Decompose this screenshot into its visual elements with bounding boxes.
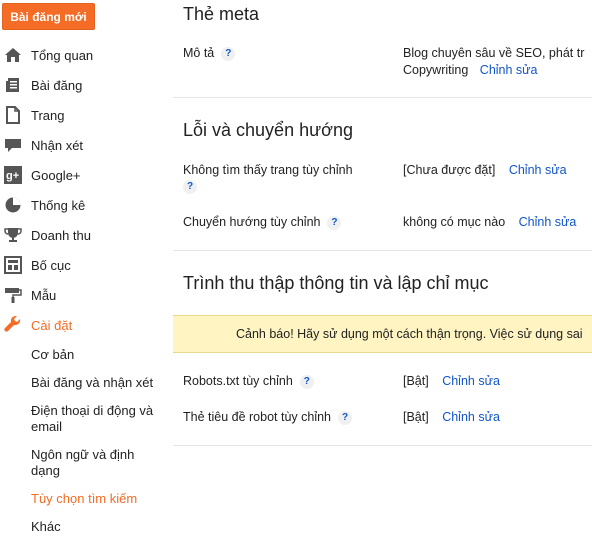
custom-robots-txt-value-text: [Bật] bbox=[403, 374, 429, 388]
crawl-section-title: Trình thu thập thông tin và lập chỉ mục bbox=[183, 273, 489, 293]
sidebar-nav: Tổng quan Bài đăng Trang Nhận xét g+ Goo… bbox=[0, 40, 168, 340]
subnav-language-formatting[interactable]: Ngôn ngữ và định dạng bbox=[31, 447, 151, 479]
sidebar-item-pages[interactable]: Trang bbox=[0, 100, 168, 130]
sidebar-item-label: Bố cục bbox=[31, 257, 71, 273]
sidebar-item-label: Cài đặt bbox=[31, 317, 73, 333]
paint-roller-icon bbox=[4, 286, 22, 304]
meta-description-label-text: Mô tả bbox=[183, 46, 215, 60]
page-icon bbox=[4, 106, 22, 124]
meta-description-value: Blog chuyên sâu về SEO, phát tr bbox=[403, 46, 585, 60]
sidebar-item-posts[interactable]: Bài đăng bbox=[0, 70, 168, 100]
help-icon[interactable]: ? bbox=[221, 46, 236, 61]
svg-text:g+: g+ bbox=[6, 170, 19, 182]
custom-robots-header-value: [Bật] Chỉnh sửa bbox=[403, 410, 500, 424]
subnav-other[interactable]: Khác bbox=[31, 519, 161, 535]
help-icon[interactable]: ? bbox=[338, 410, 353, 425]
warning-banner: Cảnh báo! Hãy sử dụng một cách thận trọn… bbox=[173, 315, 592, 353]
custom-robots-header-label-text: Thẻ tiêu đề robot tùy chỉnh bbox=[183, 410, 332, 424]
sidebar-item-earnings[interactable]: Doanh thu bbox=[0, 220, 168, 250]
custom-redirects-value-text: không có mục nào bbox=[403, 215, 506, 229]
meta-description-value-line2: Copywriting Chỉnh sửa bbox=[403, 63, 538, 77]
sidebar-item-label: Bài đăng bbox=[31, 77, 83, 93]
help-icon[interactable]: ? bbox=[183, 180, 197, 194]
sidebar-item-overview[interactable]: Tổng quan bbox=[0, 40, 168, 70]
settings-main: Thẻ meta Mô tả? Blog chuyên sâu về SEO, … bbox=[173, 0, 592, 539]
home-icon bbox=[4, 46, 22, 64]
edit-robots-txt-link[interactable]: Chỉnh sửa bbox=[442, 374, 500, 388]
divider bbox=[173, 445, 592, 446]
custom-robots-txt-label: Robots.txt tùy chỉnh? bbox=[183, 374, 314, 389]
meta-description-label: Mô tả? bbox=[183, 46, 236, 61]
custom-robots-txt-value: [Bật] Chỉnh sửa bbox=[403, 374, 500, 388]
layout-icon bbox=[4, 256, 22, 274]
custom-redirects-label-text: Chuyển hướng tùy chỉnh bbox=[183, 215, 321, 229]
stats-icon bbox=[4, 196, 22, 214]
edit-custom-redirects-link[interactable]: Chỉnh sửa bbox=[519, 215, 577, 229]
edit-robots-header-link[interactable]: Chỉnh sửa bbox=[442, 410, 500, 424]
custom-404-value-text: [Chưa được đặt] bbox=[403, 163, 496, 177]
custom-redirects-value: không có mục nào Chỉnh sửa bbox=[403, 215, 576, 229]
sidebar-item-label: Trang bbox=[31, 107, 65, 123]
sidebar-item-layout[interactable]: Bố cục bbox=[0, 250, 168, 280]
custom-redirects-label: Chuyển hướng tùy chỉnh? bbox=[183, 215, 342, 230]
sidebar-item-label: Doanh thu bbox=[31, 227, 91, 243]
wrench-icon bbox=[4, 316, 22, 334]
errors-section-title: Lỗi và chuyển hướng bbox=[183, 120, 353, 140]
comment-icon bbox=[4, 136, 22, 154]
custom-404-label: Không tìm thấy trang tùy chỉnh bbox=[183, 163, 353, 177]
subnav-mobile-email[interactable]: Điện thoại di động và email bbox=[31, 403, 156, 435]
divider bbox=[173, 250, 592, 251]
sidebar-item-settings[interactable]: Cài đặt bbox=[0, 310, 168, 340]
sidebar: Bài đăng mới Tổng quan Bài đăng Trang Nh… bbox=[0, 0, 168, 539]
custom-robots-header-value-text: [Bật] bbox=[403, 410, 429, 424]
sidebar-item-label: Thống kê bbox=[31, 197, 86, 213]
meta-section-title: Thẻ meta bbox=[183, 4, 260, 24]
posts-icon bbox=[4, 76, 22, 94]
sidebar-item-label: Nhận xét bbox=[31, 137, 84, 153]
subnav-search-preferences[interactable]: Tùy chọn tìm kiếm bbox=[31, 491, 161, 507]
sidebar-item-label: Mẫu bbox=[31, 287, 57, 303]
sidebar-item-label: Google+ bbox=[31, 167, 81, 183]
sidebar-item-label: Tổng quan bbox=[31, 47, 94, 63]
custom-404-value: [Chưa được đặt] Chỉnh sửa bbox=[403, 163, 567, 177]
sidebar-item-stats[interactable]: Thống kê bbox=[0, 190, 168, 220]
custom-robots-header-label: Thẻ tiêu đề robot tùy chỉnh? bbox=[183, 410, 353, 425]
help-icon[interactable]: ? bbox=[299, 374, 314, 389]
edit-custom-404-link[interactable]: Chỉnh sửa bbox=[509, 163, 567, 177]
google-plus-icon: g+ bbox=[4, 166, 22, 184]
edit-meta-description-link[interactable]: Chỉnh sửa bbox=[480, 63, 538, 77]
meta-description-value-text: Copywriting bbox=[403, 63, 469, 77]
new-post-button[interactable]: Bài đăng mới bbox=[2, 3, 95, 30]
sidebar-item-comments[interactable]: Nhận xét bbox=[0, 130, 168, 160]
help-icon[interactable]: ? bbox=[327, 215, 342, 230]
subnav-basic[interactable]: Cơ bản bbox=[31, 347, 161, 363]
subnav-posts-comments[interactable]: Bài đăng và nhận xét bbox=[31, 375, 161, 391]
divider bbox=[173, 97, 592, 98]
trophy-icon bbox=[4, 226, 22, 244]
custom-robots-txt-label-text: Robots.txt tùy chỉnh bbox=[183, 374, 293, 388]
sidebar-item-template[interactable]: Mẫu bbox=[0, 280, 168, 310]
sidebar-item-google-plus[interactable]: g+ Google+ bbox=[0, 160, 168, 190]
